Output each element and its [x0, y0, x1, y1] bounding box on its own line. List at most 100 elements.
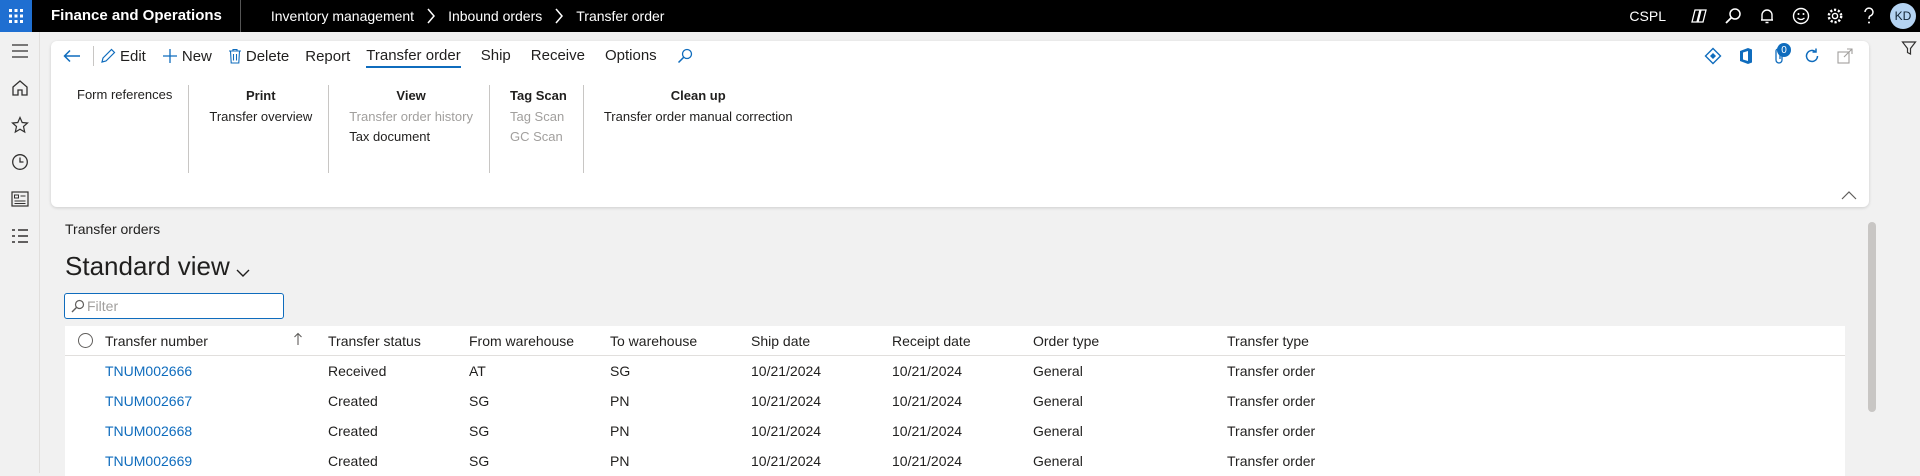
- trash-icon: [228, 48, 241, 64]
- open-new-window-icon[interactable]: [1828, 41, 1861, 71]
- sort-ascending-icon[interactable]: [293, 332, 328, 349]
- grid-header: Transfer number Transfer status From war…: [65, 326, 1845, 356]
- cell-to-warehouse: PN: [610, 453, 630, 469]
- cell-ship-date: 10/21/2024: [751, 363, 822, 379]
- workspaces-icon[interactable]: [0, 180, 40, 217]
- column-header-transfer-type[interactable]: Transfer type: [1227, 333, 1427, 349]
- left-navigation: [0, 32, 40, 473]
- cell-from-warehouse: SG: [469, 453, 490, 469]
- modules-list-icon[interactable]: [0, 217, 40, 254]
- collapse-chevron-up-icon[interactable]: [1841, 187, 1857, 205]
- app-launcher-icon[interactable]: [0, 0, 32, 32]
- smiley-icon[interactable]: [1784, 0, 1818, 32]
- bell-icon[interactable]: [1750, 0, 1784, 32]
- transfer-number-link[interactable]: TNUM002666: [105, 363, 192, 379]
- column-header-order-type[interactable]: Order type: [1033, 333, 1227, 349]
- copilot-icon[interactable]: [1682, 0, 1716, 32]
- cell-transfer-number: TNUM002667: [105, 393, 293, 409]
- column-header-from-warehouse[interactable]: From warehouse: [469, 333, 610, 349]
- delete-button[interactable]: Delete: [228, 48, 289, 65]
- filter-input-box[interactable]: [64, 293, 284, 319]
- table-row[interactable]: TNUM002667 Created SG PN 10/21/2024 10/21/202…: [65, 386, 1845, 416]
- breadcrumb-inventory-management[interactable]: Inventory management: [271, 8, 414, 24]
- attachments-icon[interactable]: 0: [1762, 41, 1795, 71]
- breadcrumb-transfer-order[interactable]: Transfer order: [576, 8, 664, 24]
- select-all-radio[interactable]: [65, 333, 105, 348]
- refresh-icon[interactable]: [1795, 41, 1828, 71]
- transfer-order-history-link[interactable]: Transfer order history: [349, 107, 473, 127]
- form-references-link[interactable]: Form references: [77, 85, 172, 105]
- toolbar-divider: [93, 46, 94, 66]
- action-pane-toolbar: Edit New Delete Report Transfer order Sh…: [51, 41, 1869, 71]
- column-header-to-warehouse[interactable]: To warehouse: [610, 333, 751, 349]
- column-header-ship-date[interactable]: Ship date: [751, 333, 892, 349]
- cell-transfer-type: Transfer order: [1227, 423, 1316, 439]
- home-icon[interactable]: [0, 69, 40, 106]
- top-right-tools: CSPL KD: [1629, 0, 1920, 32]
- cell-transfer-type: Transfer order: [1227, 393, 1316, 409]
- edit-button[interactable]: Edit: [100, 48, 146, 65]
- cell-transfer-status: Received: [328, 363, 387, 379]
- table-row[interactable]: TNUM002669 Created SG PN 10/21/2024 10/21/202…: [65, 446, 1845, 476]
- tab-transfer-order[interactable]: Transfer order: [366, 41, 462, 71]
- breadcrumb-inbound-orders[interactable]: Inbound orders: [448, 8, 542, 24]
- transfer-number-link[interactable]: TNUM002667: [105, 393, 192, 409]
- transfer-number-link[interactable]: TNUM002668: [105, 423, 192, 439]
- tab-options[interactable]: Options: [605, 41, 657, 71]
- tag-scan-link[interactable]: Tag Scan: [510, 107, 567, 127]
- filter-input[interactable]: [87, 298, 267, 314]
- office-icon[interactable]: [1729, 41, 1762, 71]
- new-button[interactable]: New: [162, 48, 212, 65]
- cell-transfer-type: Transfer order: [1227, 363, 1316, 379]
- pencil-icon: [101, 48, 116, 63]
- delete-button-label: Delete: [245, 47, 290, 65]
- cell-to-warehouse: SG: [610, 363, 631, 379]
- column-header-receipt-date[interactable]: Receipt date: [892, 333, 1033, 349]
- transfer-number-link[interactable]: TNUM002669: [105, 453, 192, 469]
- transfer-overview-link[interactable]: Transfer overview: [209, 107, 312, 127]
- group-title-view: View: [396, 88, 426, 103]
- group-clean-up: Clean up Transfer order manual correctio…: [582, 85, 809, 173]
- clock-icon[interactable]: [0, 143, 40, 180]
- transfer-order-manual-correction-link[interactable]: Transfer order manual correction: [604, 107, 793, 127]
- top-navigation-bar: Finance and Operations Inventory managem…: [0, 0, 1920, 32]
- company-picker[interactable]: CSPL: [1629, 8, 1666, 24]
- group-title-clean-up: Clean up: [670, 88, 726, 103]
- tab-receive[interactable]: Receive: [531, 41, 585, 71]
- cell-ship-date: 10/21/2024: [751, 393, 822, 409]
- plus-icon: [162, 49, 177, 63]
- attachments-count-badge: 0: [1777, 43, 1791, 57]
- cell-transfer-number: TNUM002666: [105, 363, 293, 379]
- tax-document-link[interactable]: Tax document: [349, 127, 473, 147]
- app-title[interactable]: Finance and Operations: [32, 0, 241, 32]
- filter-funnel-icon[interactable]: [1901, 40, 1917, 61]
- cell-order-type: General: [1033, 423, 1083, 439]
- cell-order-type: General: [1033, 453, 1083, 469]
- gc-scan-link[interactable]: GC Scan: [510, 127, 567, 147]
- group-print: Print Transfer overview: [188, 85, 328, 173]
- cell-transfer-status: Created: [328, 423, 378, 439]
- star-icon[interactable]: [0, 106, 40, 143]
- gear-icon[interactable]: [1818, 0, 1852, 32]
- page-title: Standard view: [65, 251, 230, 281]
- action-search-icon[interactable]: [677, 48, 697, 64]
- new-button-label: New: [181, 47, 212, 65]
- hamburger-menu-icon[interactable]: [0, 32, 40, 69]
- search-icon[interactable]: [1716, 0, 1750, 32]
- action-pane: Edit New Delete Report Transfer order Sh…: [51, 41, 1869, 207]
- view-selector[interactable]: Standard view: [65, 248, 250, 285]
- right-strip: [1898, 32, 1920, 473]
- group-form-references: Form references: [51, 85, 188, 173]
- report-button[interactable]: Report: [305, 48, 350, 65]
- column-header-transfer-status[interactable]: Transfer status: [328, 333, 469, 349]
- column-header-transfer-number[interactable]: Transfer number: [105, 333, 293, 349]
- power-apps-icon[interactable]: [1696, 41, 1729, 71]
- table-row[interactable]: TNUM002666 Received AT SG 10/21/2024 10/21/20…: [65, 356, 1845, 386]
- table-row[interactable]: TNUM002668 Created SG PN 10/21/2024 10/21/202…: [65, 416, 1845, 446]
- group-tag-scan: Tag Scan Tag Scan GC Scan: [488, 85, 583, 173]
- tab-ship[interactable]: Ship: [481, 41, 511, 71]
- vertical-scrollbar[interactable]: [1868, 222, 1876, 412]
- help-icon[interactable]: [1852, 0, 1886, 32]
- avatar[interactable]: KD: [1890, 3, 1916, 29]
- back-arrow-icon[interactable]: [55, 41, 89, 71]
